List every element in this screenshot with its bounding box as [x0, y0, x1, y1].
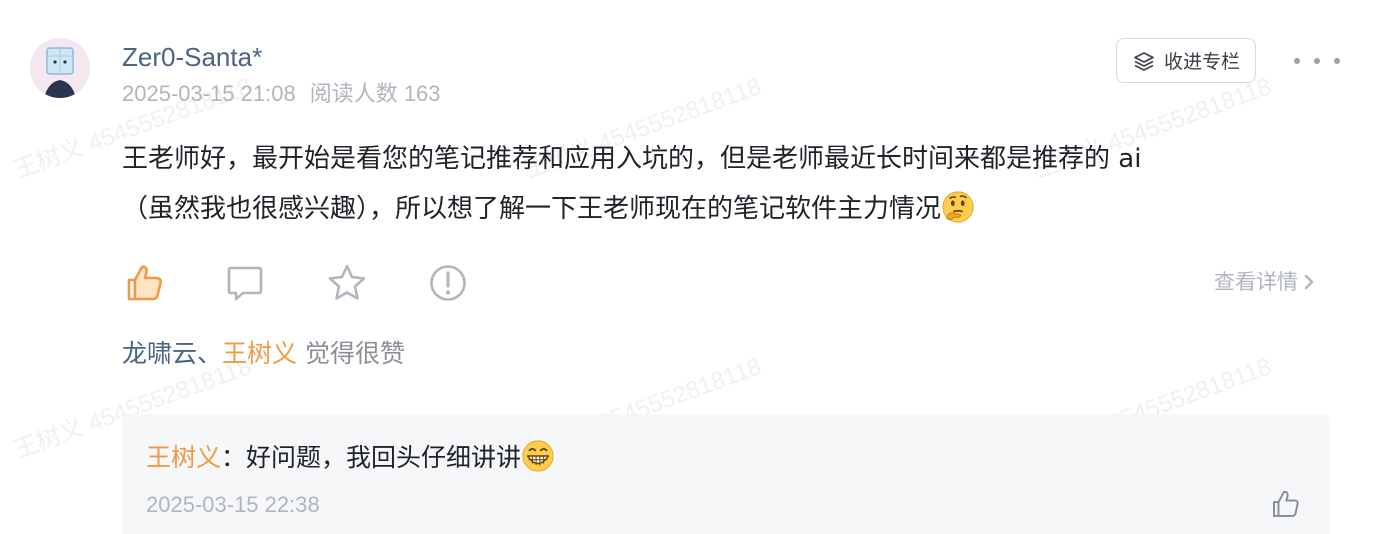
comment-icon: [227, 266, 263, 301]
stack-icon: [1134, 51, 1154, 71]
liked-suffix: 觉得很赞: [305, 339, 406, 368]
report-button[interactable]: [427, 262, 469, 304]
collect-to-column-button[interactable]: 收进专栏: [1116, 38, 1256, 83]
like-button[interactable]: [124, 262, 166, 304]
username[interactable]: Zer0-Santa*: [122, 40, 262, 74]
liked-by: 龙啸云、王树义 觉得很赞: [122, 336, 405, 372]
thumbs-up-icon: [127, 265, 162, 301]
reply-card: 王树义：好问题，我回头仔细讲讲 2025-03-15 22:38: [122, 414, 1330, 534]
post-detail-page: 王树义 4545552818118 王树义 4545552818118 王树义 …: [0, 0, 1384, 534]
comment-button[interactable]: [224, 262, 266, 304]
reply-datetime: 2025-03-15 22:38: [146, 492, 320, 517]
dot-icon: [1314, 58, 1320, 64]
reply-text: 王树义：好问题，我回头仔细讲讲: [146, 438, 555, 478]
dot-icon: [1294, 58, 1300, 64]
grinning-face-icon: [522, 440, 554, 472]
liker-separator: 、: [197, 339, 223, 368]
favorite-button[interactable]: [326, 262, 368, 304]
exclamation-circle-icon: [430, 265, 466, 301]
collect-label: 收进专栏: [1163, 51, 1240, 73]
post-content: 王老师好，最开始是看您的笔记推荐和应用入坑的，但是老师最近长时间来都是推荐的 a…: [122, 134, 1322, 234]
more-options-button[interactable]: [1294, 46, 1340, 76]
action-bar: [0, 256, 1384, 310]
dot-icon: [1334, 58, 1340, 64]
view-details-label: 查看详情: [1214, 270, 1298, 294]
liker-name[interactable]: 王树义: [222, 339, 297, 368]
content-line: 王老师好，最开始是看您的笔记推荐和应用入坑的，但是老师最近长时间来都是推荐的 a…: [122, 144, 1142, 174]
reply-content: 好问题，我回头仔细讲讲: [246, 443, 522, 472]
thumbs-up-icon: [1273, 490, 1299, 517]
reply-author[interactable]: 王树义: [146, 443, 221, 472]
reply-like-button[interactable]: [1270, 488, 1302, 520]
post-datetime: 2025-03-15 21:08: [122, 81, 296, 106]
reply-colon: ：: [221, 443, 247, 472]
content-line: （虽然我也很感兴趣），所以想了解一下王老师现在的笔记软件主力情况: [122, 184, 1322, 234]
thinking-face-icon: [942, 191, 974, 223]
liker-name[interactable]: 龙啸云: [122, 339, 197, 368]
view-details-link[interactable]: 查看详情: [1214, 266, 1316, 298]
chevron-right-icon: [1304, 274, 1314, 290]
star-icon: [328, 264, 366, 300]
read-count: 阅读人数 163: [309, 81, 441, 106]
post-meta: 2025-03-15 21:08 阅读人数 163: [122, 78, 441, 110]
avatar[interactable]: [30, 38, 90, 98]
